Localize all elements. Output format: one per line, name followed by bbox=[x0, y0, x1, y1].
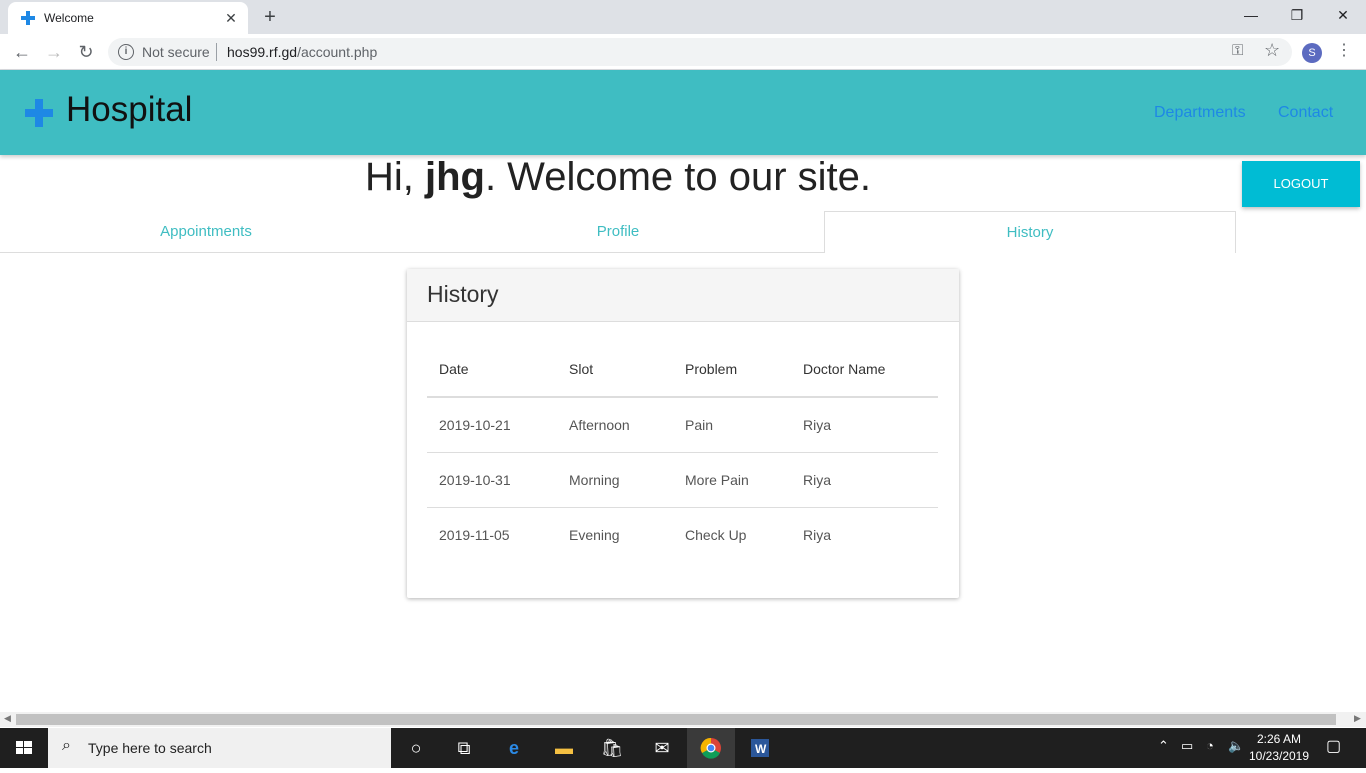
hospital-cross-icon bbox=[25, 99, 53, 127]
welcome-heading: Hi, jhg. Welcome to our site. bbox=[0, 155, 1236, 200]
windows-start-icon[interactable] bbox=[0, 728, 48, 768]
table-row: 2019-10-21 Afternoon Pain Riya bbox=[427, 397, 938, 453]
edge-icon[interactable]: e bbox=[490, 728, 538, 768]
taskbar-clock[interactable]: 2:26 AM 10/23/2019 bbox=[1246, 731, 1312, 765]
cell-problem: More Pain bbox=[673, 452, 791, 508]
cell-doctor: Riya bbox=[803, 526, 832, 543]
search-placeholder: Type here to search bbox=[88, 740, 212, 756]
history-card-title: History bbox=[407, 269, 959, 322]
clock-time: 2:26 AM bbox=[1256, 732, 1302, 746]
table-row: 2019-11-05 Evening Check Up Riya bbox=[427, 507, 938, 562]
scroll-right-icon[interactable]: ▶ bbox=[1354, 713, 1361, 724]
word-icon[interactable]: W bbox=[736, 728, 784, 768]
windows-taskbar: ⌕ Type here to search ○ ⧉ e ▬ 🛍 ✉ W ⌃ ▭ … bbox=[0, 728, 1366, 768]
clock-date: 10/23/2019 bbox=[1248, 749, 1310, 763]
menu-dots-icon[interactable]: ⋮ bbox=[1336, 40, 1352, 64]
site-title[interactable]: Hospital bbox=[66, 90, 192, 130]
cell-slot: Afternoon bbox=[557, 397, 673, 453]
cell-doctor: Riya bbox=[791, 452, 938, 508]
cell-doctor: Riya bbox=[791, 397, 938, 453]
browser-tab-strip: Welcome ✕ + — ❐ ✕ bbox=[0, 0, 1366, 34]
cell-date: 2019-11-05 bbox=[439, 526, 510, 543]
file-explorer-icon[interactable]: ▬ bbox=[540, 728, 588, 768]
browser-toolbar: ← → ↻ i Not secure hos99.rf.gd/account.p… bbox=[0, 34, 1366, 70]
col-doctor-name: Doctor Name bbox=[791, 341, 938, 398]
cell-problem: Check Up bbox=[685, 526, 747, 543]
info-icon[interactable]: i bbox=[118, 44, 134, 60]
task-view-icon[interactable]: ⧉ bbox=[440, 728, 488, 768]
key-icon[interactable]: ⚿ bbox=[1232, 42, 1243, 59]
cell-problem: Pain bbox=[673, 397, 791, 453]
nav-contact[interactable]: Contact bbox=[1278, 104, 1333, 122]
close-window-icon[interactable]: ✕ bbox=[1320, 0, 1366, 30]
logout-button[interactable]: LOGOUT bbox=[1242, 161, 1360, 207]
forward-icon[interactable]: → bbox=[42, 40, 66, 64]
wifi-icon[interactable]: ◔ bbox=[1206, 738, 1214, 753]
tab-title: Welcome bbox=[44, 11, 94, 25]
address-bar[interactable]: i Not secure hos99.rf.gd/account.php ⚿ ☆ bbox=[108, 38, 1292, 66]
col-slot: Slot bbox=[557, 341, 673, 398]
close-tab-icon[interactable]: ✕ bbox=[222, 9, 240, 27]
cell-date: 2019-10-21 bbox=[427, 397, 557, 453]
history-card: History Date Slot Problem Doctor Name 20… bbox=[407, 269, 959, 598]
restore-icon[interactable]: ❐ bbox=[1274, 0, 1320, 30]
chrome-logo-icon bbox=[700, 737, 721, 759]
chrome-icon[interactable] bbox=[687, 728, 735, 768]
url-path: /account.php bbox=[297, 44, 378, 60]
nav-departments[interactable]: Departments bbox=[1154, 104, 1246, 122]
horizontal-scrollbar[interactable]: ◀ ▶ bbox=[0, 712, 1366, 727]
cortana-icon[interactable]: ○ bbox=[392, 728, 440, 768]
svg-text:W: W bbox=[755, 742, 767, 756]
reload-icon[interactable]: ↻ bbox=[74, 40, 98, 64]
tab-appointments[interactable]: Appointments bbox=[0, 211, 412, 253]
table-header-row: Date Slot Problem Doctor Name bbox=[427, 341, 938, 398]
tab-history[interactable]: History bbox=[824, 211, 1236, 253]
mail-icon[interactable]: ✉ bbox=[638, 728, 686, 768]
welcome-prefix: Hi, bbox=[364, 155, 425, 199]
url-divider bbox=[216, 43, 217, 61]
cell-date: 2019-10-31 bbox=[427, 452, 557, 508]
bookmark-star-icon[interactable]: ☆ bbox=[1264, 40, 1280, 61]
notifications-icon[interactable]: ▢ bbox=[1326, 736, 1341, 756]
battery-icon[interactable]: ▭ bbox=[1181, 738, 1193, 754]
username: jhg bbox=[424, 155, 485, 199]
tray-chevron-icon[interactable]: ⌃ bbox=[1158, 738, 1169, 754]
volume-icon[interactable]: 🔈 bbox=[1228, 738, 1244, 754]
cell-slot: Morning bbox=[557, 452, 673, 508]
security-label: Not secure bbox=[142, 44, 210, 60]
table-row: 2019-10-31 Morning More Pain Riya bbox=[427, 452, 938, 508]
minimize-icon[interactable]: — bbox=[1228, 0, 1274, 30]
browser-tab[interactable]: Welcome ✕ bbox=[8, 2, 248, 34]
new-tab-icon[interactable]: + bbox=[258, 5, 282, 29]
url-host: hos99.rf.gd bbox=[227, 44, 298, 60]
search-icon: ⌕ bbox=[62, 737, 71, 754]
profile-avatar[interactable]: S bbox=[1302, 43, 1322, 63]
welcome-suffix: . Welcome to our site. bbox=[484, 155, 872, 199]
cell-slot: Evening bbox=[569, 526, 620, 543]
taskbar-search[interactable]: ⌕ Type here to search bbox=[48, 728, 391, 768]
word-logo-icon: W bbox=[751, 739, 769, 757]
col-date: Date bbox=[427, 341, 557, 398]
site-header: Hospital Departments Contact bbox=[0, 70, 1366, 155]
back-icon[interactable]: ← bbox=[10, 40, 34, 64]
tab-profile[interactable]: Profile bbox=[412, 211, 824, 253]
col-problem: Problem bbox=[673, 341, 791, 398]
history-table: Date Slot Problem Doctor Name 2019-10-21… bbox=[427, 341, 938, 562]
cross-favicon-icon bbox=[21, 11, 35, 25]
scroll-left-icon[interactable]: ◀ bbox=[4, 713, 11, 724]
scrollbar-thumb[interactable] bbox=[16, 714, 1336, 725]
store-icon[interactable]: 🛍 bbox=[588, 728, 636, 768]
url-text: hos99.rf.gd/account.php bbox=[227, 44, 377, 60]
